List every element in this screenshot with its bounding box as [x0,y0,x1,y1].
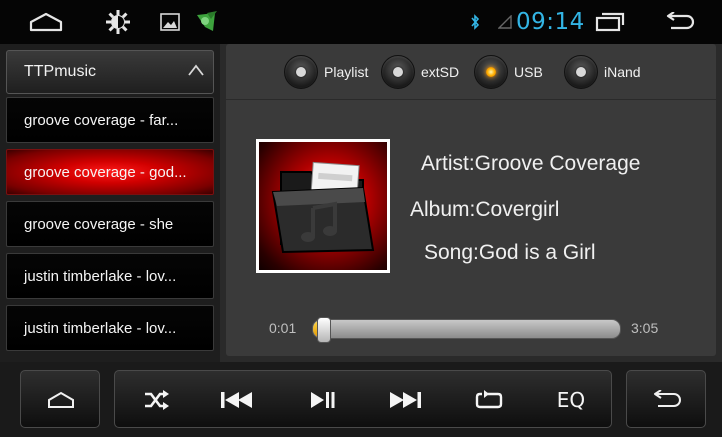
home-icon [21,371,101,429]
previous-button[interactable] [207,371,267,429]
radio-button[interactable] [381,55,415,89]
music-folder-icon [271,161,375,254]
brightness-icon [104,0,132,44]
now-playing-panel: Playlist extSD USB iNand Artist:Groove C… [226,44,716,356]
recent-apps-icon[interactable] [592,0,628,44]
clock: 09:14 [516,9,585,35]
source-label: extSD [421,64,460,80]
play-pause-icon [311,392,335,408]
previous-icon [221,392,252,408]
repeat-icon [475,390,503,409]
album-text: Album:Covergirl [410,198,560,221]
gallery-icon [158,0,182,44]
source-extsd[interactable]: extSD [381,54,459,90]
playlist-item-label: groove coverage - far... [24,111,179,129]
eq-button[interactable]: EQ [541,371,601,429]
next-icon [390,392,421,408]
home-button[interactable] [20,370,100,428]
source-label: iNand [604,64,641,80]
shuffle-button[interactable] [127,371,187,429]
source-usb[interactable]: USB [474,54,543,90]
current-time: 0:01 [269,320,297,336]
playlist-item-label: justin timberlake - lov... [24,267,177,285]
signal-icon [496,0,514,44]
song-text: Song:God is a Girl [424,241,596,264]
back-icon[interactable] [660,0,700,44]
back-icon [627,371,707,429]
repeat-button[interactable] [459,371,519,429]
play-pause-button[interactable] [293,371,353,429]
back-button[interactable] [626,370,706,428]
source-selector: Playlist extSD USB iNand [226,44,716,100]
total-time: 3:05 [631,320,659,336]
bluetooth-icon [468,0,482,44]
source-label: USB [514,64,543,80]
playlist-title: TTPmusic [24,63,96,80]
source-label: Playlist [324,64,369,80]
shuffle-icon [145,390,169,410]
playlist-item[interactable]: groove coverage - far... [6,97,214,143]
playlist-item[interactable]: justin timberlake - lov... [6,305,214,351]
album-art [256,139,390,273]
next-button[interactable] [375,371,435,429]
radio-button[interactable] [564,55,598,89]
playlist-header[interactable]: TTPmusic [6,50,214,94]
seek-thumb[interactable] [317,317,331,343]
app-icon [192,0,220,44]
playlist-item-label: groove coverage - god... [24,163,187,181]
radio-button-selected[interactable] [474,55,508,89]
control-bar: EQ [0,362,722,437]
playlist-item-label: justin timberlake - lov... [24,319,177,337]
playlist-panel: TTPmusic groove coverage - far... groove… [0,44,220,362]
playlist-item[interactable]: groove coverage - she [6,201,214,247]
transport-controls: EQ [114,370,612,428]
radio-button[interactable] [284,55,318,89]
chevron-up-icon[interactable] [187,63,205,82]
artist-text: Artist:Groove Coverage [421,152,641,175]
source-inand[interactable]: iNand [564,54,641,90]
status-bar: 09:14 [0,0,722,44]
seek-bar[interactable] [312,317,621,343]
eq-label: EQ [556,388,586,412]
playlist-item-active[interactable]: groove coverage - god... [6,149,214,195]
source-playlist[interactable]: Playlist [284,54,368,90]
playlist-item[interactable]: justin timberlake - lov... [6,253,214,299]
home-icon[interactable] [24,0,68,44]
playlist-item-label: groove coverage - she [24,215,174,233]
